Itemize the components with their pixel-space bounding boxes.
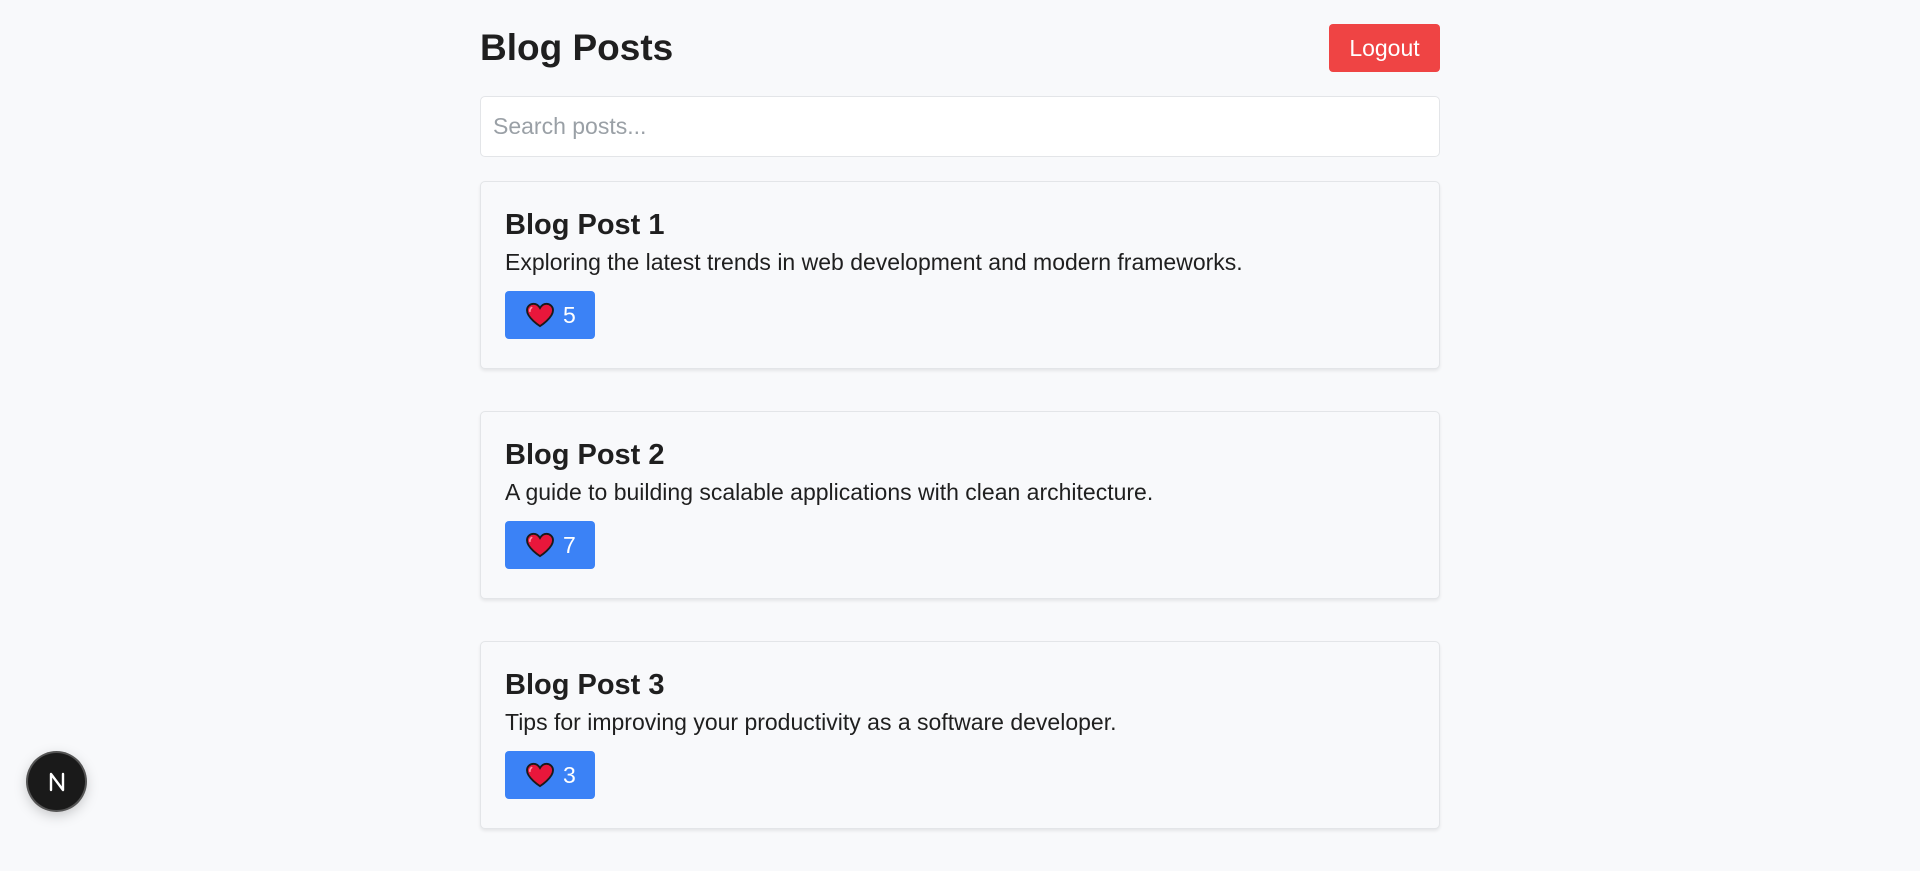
post-title[interactable]: Blog Post 1 [505, 208, 1415, 242]
header: Blog Posts Logout [480, 0, 1440, 96]
post-excerpt: A guide to building scalable application… [505, 479, 1154, 505]
post-list: Blog Post 1 Exploring the latest trends … [480, 181, 1440, 829]
nextjs-logo-icon [49, 772, 64, 791]
heart-icon [526, 762, 554, 788]
page-title: Blog Posts [480, 27, 674, 68]
heart-icon [526, 302, 554, 328]
nextjs-dev-tools-button[interactable] [28, 753, 85, 810]
search-input[interactable] [480, 96, 1440, 157]
post-excerpt: Exploring the latest trends in web devel… [505, 249, 1243, 275]
main-container: Blog Posts Logout Blog Post 1 Exploring … [480, 0, 1440, 871]
logout-button[interactable]: Logout [1329, 24, 1440, 72]
like-button[interactable]: 7 [505, 521, 595, 569]
post-title[interactable]: Blog Post 3 [505, 668, 1415, 702]
post-card: Blog Post 3 Tips for improving your prod… [480, 641, 1440, 829]
like-count: 3 [563, 761, 576, 788]
post-card: Blog Post 1 Exploring the latest trends … [480, 181, 1440, 369]
like-count: 5 [563, 301, 576, 328]
post-card: Blog Post 2 A guide to building scalable… [480, 411, 1440, 599]
like-count: 7 [563, 531, 576, 558]
like-button[interactable]: 5 [505, 291, 595, 339]
post-title[interactable]: Blog Post 2 [505, 438, 1415, 472]
like-button[interactable]: 3 [505, 751, 595, 799]
heart-icon [526, 532, 554, 558]
post-excerpt: Tips for improving your productivity as … [505, 709, 1117, 735]
